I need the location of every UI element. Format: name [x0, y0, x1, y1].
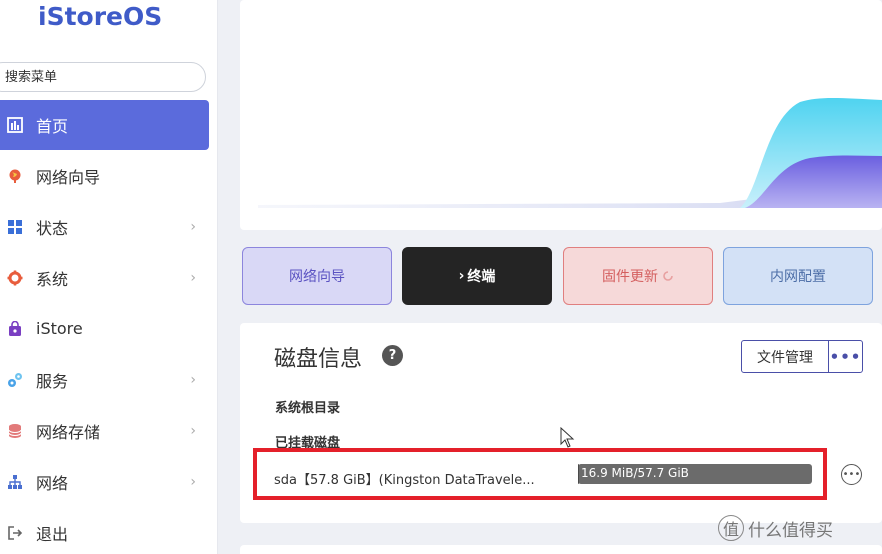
sidebar-item-home[interactable]: 首页	[0, 100, 209, 150]
disk-row-more-icon[interactable]: •••	[841, 464, 862, 485]
sidebar-item-network[interactable]: 网络 ›	[0, 456, 218, 507]
watermark-text: 什么值得买	[748, 520, 833, 541]
sidebar-item-label: 网络存储	[36, 422, 101, 442]
chevron-right-icon: ›	[190, 269, 196, 286]
watermark: 值 什么值得买	[718, 515, 833, 541]
next-card	[240, 545, 882, 554]
services-icon	[6, 371, 24, 389]
globe-icon	[6, 167, 24, 185]
disk-info-title: 磁盘信息	[274, 347, 363, 372]
more-options-button[interactable]: •••	[828, 340, 863, 373]
network-icon	[6, 473, 24, 491]
help-icon[interactable]: ?	[382, 345, 403, 366]
sidebar-item-label: 系统	[36, 269, 69, 289]
chevron-right-icon: ›	[190, 218, 196, 235]
sidebar-nav: 首页 网络向导 状态 › 系统 › iStore 服务 › 网络存储 › 网络 …	[0, 100, 218, 554]
highlight-annotation-box	[253, 448, 827, 500]
lan-config-button[interactable]: 内网配置	[723, 247, 873, 305]
chevron-right-icon: ›	[190, 422, 196, 439]
sidebar-item-label: 网络	[36, 473, 69, 493]
terminal-button[interactable]: › 终端	[402, 247, 552, 305]
grid-icon	[6, 218, 24, 236]
logout-icon	[6, 524, 24, 542]
series-baseline-area	[258, 198, 760, 208]
dashboard-icon	[6, 116, 24, 134]
sidebar-item-logout[interactable]: 退出	[0, 507, 218, 554]
sidebar-item-network-wizard[interactable]: 网络向导	[0, 150, 218, 201]
traffic-area-chart	[258, 98, 882, 208]
sidebar-item-network-storage[interactable]: 网络存储 ›	[0, 405, 218, 456]
database-icon	[6, 422, 24, 440]
sidebar-item-label: 状态	[36, 218, 69, 238]
watermark-badge-icon: 值	[718, 515, 744, 541]
sidebar-item-status[interactable]: 状态 ›	[0, 201, 218, 252]
chevron-right-icon: ›	[190, 371, 196, 388]
sidebar-item-label: 退出	[36, 524, 69, 544]
terminal-button-label: 终端	[467, 269, 496, 285]
network-wizard-button[interactable]: 网络向导	[242, 247, 392, 305]
sidebar-item-label: 网络向导	[36, 167, 101, 187]
firmware-update-button[interactable]: 固件更新	[563, 247, 713, 305]
chevron-right-icon: ›	[458, 268, 465, 284]
refresh-spinner-icon	[663, 271, 673, 281]
file-manager-button[interactable]: 文件管理	[741, 340, 829, 373]
search-menu-input[interactable]	[0, 62, 206, 92]
sidebar-item-services[interactable]: 服务 ›	[0, 354, 218, 405]
app-logo[interactable]: iStoreOS	[38, 2, 162, 31]
sidebar-item-label: 服务	[36, 371, 69, 391]
sidebar-item-label: iStore	[36, 319, 83, 338]
mouse-cursor-icon	[560, 427, 575, 448]
firmware-update-label: 固件更新	[602, 269, 658, 285]
sidebar-item-system[interactable]: 系统 ›	[0, 252, 218, 303]
chevron-right-icon: ›	[190, 473, 196, 490]
system-root-label: 系统根目录	[275, 401, 341, 416]
gear-icon	[6, 269, 24, 287]
sidebar-item-istore[interactable]: iStore	[0, 303, 218, 354]
store-bag-icon	[6, 320, 24, 338]
traffic-chart-card	[240, 0, 882, 230]
sidebar-item-label: 首页	[36, 117, 69, 136]
sidebar: iStoreOS 首页 网络向导 状态 › 系统 ›	[0, 0, 218, 554]
